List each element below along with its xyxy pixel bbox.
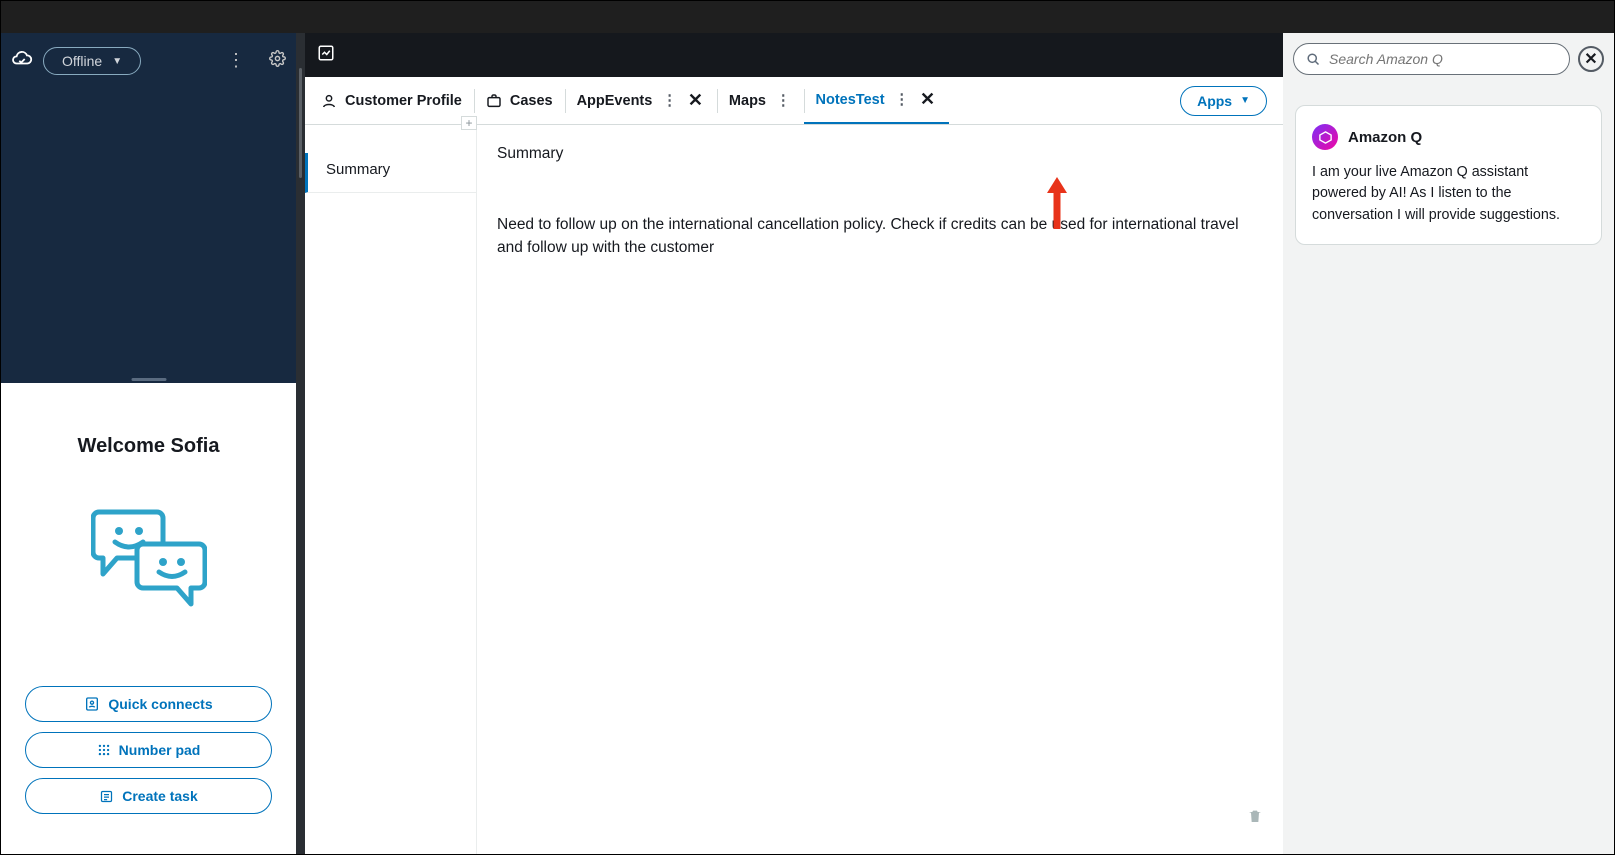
amazon-q-message: I am your live Amazon Q assistant powere… (1312, 162, 1585, 226)
amazon-q-logo (1312, 124, 1338, 150)
search-icon (1306, 52, 1321, 67)
trash-icon[interactable] (1247, 807, 1263, 830)
add-subtab-button[interactable]: + (461, 116, 477, 130)
window-titlebar (1, 1, 1614, 33)
caret-down-icon: ▼ (1240, 95, 1250, 106)
workspace-topbar (305, 33, 1283, 77)
note-body-text: Need to follow up on the international c… (497, 213, 1263, 260)
dialpad-icon (97, 743, 111, 757)
tab-label: Cases (510, 93, 553, 109)
workspace-tabs: Customer Profile Cases AppEvents ⋮ ✕ Map… (305, 77, 1283, 125)
agent-ccp-panel: Offline ▼ ⋮ Welcome Sofia (1, 33, 296, 854)
briefcase-icon (486, 93, 502, 109)
welcome-heading: Welcome Sofia (78, 435, 220, 458)
chat-illustration (91, 504, 207, 619)
close-panel-button[interactable]: ✕ (1578, 46, 1604, 72)
activity-icon[interactable] (317, 44, 335, 67)
subtab-label: Summary (326, 161, 390, 178)
amazon-q-search[interactable] (1293, 43, 1570, 75)
number-pad-button[interactable]: Number pad (25, 732, 272, 768)
tab-label: Customer Profile (345, 93, 462, 109)
tab-label: AppEvents (577, 93, 653, 109)
subtab-summary[interactable]: Summary (305, 153, 476, 193)
number-pad-label: Number pad (119, 742, 201, 758)
tab-menu-icon[interactable]: ⋮ (893, 92, 911, 108)
amazon-q-card: Amazon Q I am your live Amazon Q assista… (1295, 105, 1602, 245)
note-content-area: Summary Need to follow up on the interna… (477, 125, 1283, 854)
tab-notes-test[interactable]: NotesTest ⋮ ✕ (804, 77, 950, 124)
create-task-label: Create task (122, 788, 198, 804)
tab-label: Maps (729, 93, 766, 109)
note-heading: Summary (497, 145, 1263, 163)
search-input[interactable] (1329, 51, 1557, 67)
person-icon (321, 93, 337, 109)
tab-maps[interactable]: Maps ⋮ (717, 77, 804, 124)
vertical-divider[interactable] (296, 33, 305, 854)
close-icon[interactable]: ✕ (918, 89, 937, 110)
cloud-icon (11, 50, 33, 73)
close-icon[interactable]: ✕ (686, 90, 705, 111)
apps-dropdown-button[interactable]: Apps ▼ (1180, 86, 1267, 116)
tab-menu-icon[interactable]: ⋮ (774, 93, 792, 109)
apps-label: Apps (1197, 93, 1232, 109)
create-task-button[interactable]: Create task (25, 778, 272, 814)
ccp-top: Offline ▼ ⋮ (1, 33, 296, 383)
quick-connects-label: Quick connects (108, 696, 212, 712)
notes-subtabs: + Summary (305, 125, 477, 854)
amazon-q-panel: ✕ Amazon Q I am your live Amazon Q assis… (1283, 33, 1614, 854)
panel-resize-handle[interactable] (131, 378, 166, 381)
kebab-icon[interactable]: ⋮ (227, 50, 245, 72)
tab-cases[interactable]: Cases (474, 77, 565, 124)
caret-down-icon: ▼ (112, 56, 122, 67)
agent-status-dropdown[interactable]: Offline ▼ (43, 47, 141, 75)
task-icon (99, 789, 114, 804)
contacts-icon (84, 696, 100, 712)
tab-label: NotesTest (816, 92, 885, 108)
tab-customer-profile[interactable]: Customer Profile (309, 77, 474, 124)
tab-app-events[interactable]: AppEvents ⋮ ✕ (565, 77, 717, 124)
status-label: Offline (62, 53, 102, 69)
amazon-q-title: Amazon Q (1348, 129, 1422, 146)
tab-menu-icon[interactable]: ⋮ (660, 93, 678, 109)
gear-icon[interactable] (269, 50, 286, 72)
quick-connects-button[interactable]: Quick connects (25, 686, 272, 722)
